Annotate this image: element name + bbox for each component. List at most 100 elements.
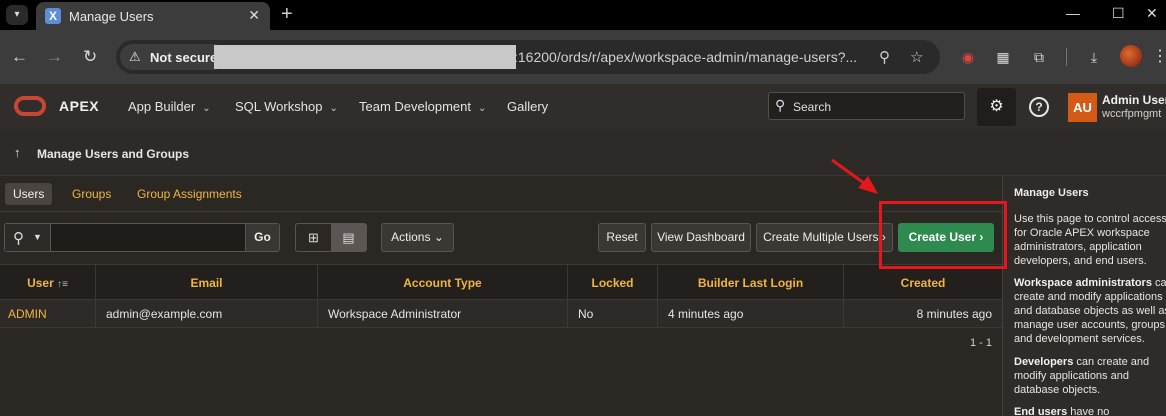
column-header-created[interactable]: Created xyxy=(844,265,1002,301)
url-redacted xyxy=(214,45,516,69)
menu-label: Team Development xyxy=(359,99,471,114)
icon-view-grid-icon[interactable]: ⊞ xyxy=(296,224,331,251)
chevron-down-icon: ⌄ xyxy=(478,103,487,114)
actions-button[interactable]: Actions ⌄ xyxy=(381,223,454,252)
column-header-email[interactable]: Email xyxy=(96,265,318,301)
menu-label: Gallery xyxy=(507,99,549,114)
column-header-user[interactable]: User ↑≡ xyxy=(0,265,96,301)
apex-search-field[interactable]: ⚲ Search xyxy=(768,92,965,120)
go-button[interactable]: Go xyxy=(245,224,279,251)
sidebar-end-users: End users have no xyxy=(1014,405,1166,416)
new-tab-plus-icon[interactable]: + xyxy=(281,3,293,26)
download-icon[interactable]: ⤓ xyxy=(1085,48,1103,66)
actions-label: Actions xyxy=(391,230,431,244)
tab-title: Manage Users xyxy=(69,9,154,24)
search-column-selector[interactable]: ⚲ ▼ xyxy=(5,224,51,251)
sidebar-developers: Developers can create and modify applica… xyxy=(1014,355,1166,397)
user-workspace: wccrfpmgmt xyxy=(1102,108,1162,120)
view-dashboard-button[interactable]: View Dashboard xyxy=(651,223,751,252)
main-region: Users Groups Group Assignments ⚲ ▼ Go ⊞ … xyxy=(0,176,1002,416)
search-icon: ⚲ xyxy=(775,97,786,113)
sidebar-text: have no xyxy=(1067,406,1110,416)
sidebar-bold: Workspace administrators xyxy=(1014,277,1152,289)
create-multiple-users-button[interactable]: Create Multiple Users › xyxy=(756,223,893,252)
chevron-down-icon: ▼ xyxy=(33,232,42,242)
user-name[interactable]: Admin User xyxy=(1102,93,1166,107)
sidebar-intro: Use this page to control access for Orac… xyxy=(1014,213,1166,267)
url-text[interactable]: :16200/ords/r/apex/workspace-admin/manag… xyxy=(514,49,857,65)
menu-sql-workshop[interactable]: SQL Workshop ⌄ xyxy=(235,99,338,114)
reset-button[interactable]: Reset xyxy=(598,223,646,252)
browser-tab[interactable]: X Manage Users ✕ xyxy=(36,2,270,30)
bookmark-star-icon[interactable]: ☆ xyxy=(910,48,923,66)
report-toolbar: ⚲ ▼ Go ⊞ ▤ Actions ⌄ Reset View Dashboar… xyxy=(0,212,1002,264)
browser-tab-bar: ▾ X Manage Users ✕ + — ☐ ✕ xyxy=(0,0,1166,30)
search-input[interactable] xyxy=(52,224,245,251)
column-header-account-type[interactable]: Account Type xyxy=(318,265,568,301)
column-header-builder-last-login[interactable]: Builder Last Login xyxy=(658,265,844,301)
table-cell-email: admin@example.com xyxy=(96,300,318,328)
sidebar-bold: Developers xyxy=(1014,356,1074,368)
oracle-logo-icon[interactable] xyxy=(14,96,46,116)
table-row: ADMIN admin@example.com Workspace Admini… xyxy=(0,300,1002,328)
help-sidebar: Manage Users Use this page to control ac… xyxy=(1002,176,1166,416)
minimize-icon[interactable]: — xyxy=(1066,5,1080,21)
apex-header: APEX App Builder ⌄ SQL Workshop ⌄ Team Dev… xyxy=(0,84,1166,130)
create-multiple-label: Create Multiple Users xyxy=(763,230,879,244)
tab-users[interactable]: Users xyxy=(5,183,53,205)
browser-menu-icon[interactable]: ⋮ xyxy=(1152,46,1166,66)
menu-gallery[interactable]: Gallery xyxy=(507,99,548,114)
table-cell-last-login: 4 minutes ago xyxy=(658,300,844,328)
annotation-arrow-icon xyxy=(831,158,878,194)
menu-app-builder[interactable]: App Builder ⌄ xyxy=(128,99,211,114)
reload-icon[interactable]: ↻ xyxy=(83,47,97,67)
toolbar-divider xyxy=(1066,48,1067,66)
breadcrumb: ↑ Manage Users and Groups xyxy=(0,130,1166,176)
breadcrumb-title[interactable]: Manage Users and Groups xyxy=(37,147,189,161)
forward-arrow-icon[interactable]: → xyxy=(46,47,63,67)
menu-team-development[interactable]: Team Development ⌄ xyxy=(359,99,486,114)
report-view-table-icon[interactable]: ▤ xyxy=(331,224,366,251)
address-bar[interactable]: ⚠ Not secure :16200/ords/r/apex/workspac… xyxy=(116,40,940,74)
help-icon[interactable]: ? xyxy=(1029,97,1049,117)
report-search: ⚲ ▼ Go xyxy=(4,223,280,252)
user-link[interactable]: ADMIN xyxy=(0,300,96,328)
report-header: User ↑≡ Email Account Type Locked Builde… xyxy=(0,264,1002,301)
not-secure-label: Not secure xyxy=(150,50,218,65)
window-close-icon[interactable]: ✕ xyxy=(1146,5,1158,22)
table-cell-account-type: Workspace Administrator xyxy=(318,300,568,328)
tab-group-assignments[interactable]: Group Assignments xyxy=(129,183,250,205)
column-header-locked[interactable]: Locked xyxy=(568,265,658,301)
sidebar-admins: Workspace administrators can create and … xyxy=(1014,276,1166,346)
chevron-down-icon: ⌄ xyxy=(329,103,338,114)
column-label: User xyxy=(27,276,54,290)
search-placeholder: Search xyxy=(793,100,832,114)
extensions-puzzle-icon[interactable]: ⧉ xyxy=(1030,48,1048,66)
sidebar-title: Manage Users xyxy=(1014,187,1089,199)
not-secure-chip[interactable]: ⚠ Not secure xyxy=(120,44,226,70)
warning-triangle-icon: ⚠ xyxy=(129,49,141,64)
maximize-icon[interactable]: ☐ xyxy=(1112,5,1125,22)
chevron-down-icon: ⌄ xyxy=(202,103,211,114)
user-avatar[interactable]: AU xyxy=(1068,93,1097,122)
apex-brand[interactable]: APEX xyxy=(59,98,99,114)
tab-groups[interactable]: Groups xyxy=(64,183,119,205)
pagination: 1 - 1 xyxy=(969,337,992,349)
back-arrow-icon[interactable]: ← xyxy=(11,47,28,67)
record-extension-icon[interactable]: ◉ xyxy=(959,48,977,66)
zoom-icon[interactable]: ⚲ xyxy=(879,48,890,66)
menu-label: App Builder xyxy=(128,99,196,114)
chevron-down-icon: ⌄ xyxy=(433,230,444,244)
browser-nav-bar: ← → ↻ ⚠ Not secure :16200/ords/r/apex/wo… xyxy=(0,30,1166,84)
profile-avatar[interactable] xyxy=(1120,45,1142,67)
tab-list-chevron-icon[interactable]: ▾ xyxy=(6,5,28,25)
annotation-highlight-box xyxy=(879,201,1007,269)
menu-label: SQL Workshop xyxy=(235,99,323,114)
table-cell-locked: No xyxy=(568,300,658,328)
up-arrow-icon[interactable]: ↑ xyxy=(14,145,21,160)
qr-code-extension-icon[interactable]: ▦ xyxy=(994,48,1012,66)
sidebar-bold: End users xyxy=(1014,406,1068,416)
tab-close-icon[interactable]: ✕ xyxy=(248,7,260,24)
administration-icon[interactable]: ⚙ xyxy=(977,88,1016,126)
apex-favicon-icon: X xyxy=(45,8,61,24)
